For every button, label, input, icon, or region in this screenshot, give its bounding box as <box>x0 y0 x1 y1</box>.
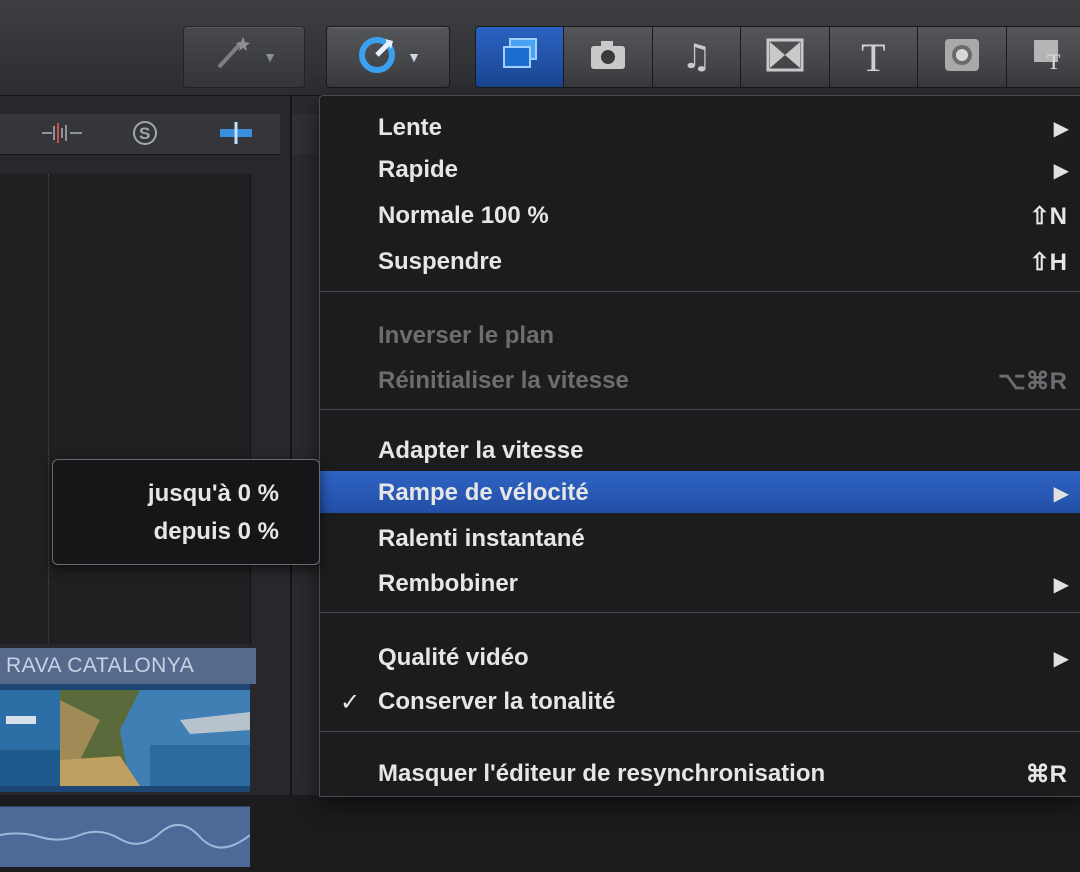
browser-toggle-group: ♫ T T <box>475 26 1080 88</box>
menu-item-label: Inverser le plan <box>378 322 555 349</box>
menu-separator <box>320 291 1080 292</box>
menu-item-adapter[interactable]: Adapter la vitesse <box>320 429 1080 471</box>
magic-wand-icon <box>211 33 255 82</box>
submenu-arrow-icon: ▶ <box>1053 646 1069 670</box>
audio-waveform-icon[interactable] <box>40 120 84 152</box>
clip-title: RAVA CATALONYA <box>0 648 256 684</box>
menu-separator <box>320 612 1080 613</box>
menu-item-rembobiner[interactable]: Rembobiner ▶ <box>320 562 1080 604</box>
menu-item-shortcut: ⌥⌘R <box>998 368 1067 395</box>
submenu-arrow-icon: ▶ <box>1053 158 1069 182</box>
menu-item-shortcut: ⇧H <box>1029 249 1067 276</box>
menu-item-label: Qualité vidéo <box>378 644 529 671</box>
submenu-arrow-icon: ▶ <box>1053 572 1069 596</box>
waveform-graphic <box>0 824 251 849</box>
submenu-arrow-icon: ▶ <box>1053 116 1069 140</box>
audio-tools-bar: S <box>0 114 280 155</box>
retime-icon <box>355 33 399 82</box>
audio-waveform[interactable] <box>0 806 251 867</box>
clip-filmstrip[interactable] <box>0 684 250 792</box>
snapping-icon[interactable] <box>216 120 256 152</box>
menu-item-label: Rapide <box>378 156 459 183</box>
menu-item-label: Masquer l'éditeur de resynchronisation <box>378 760 826 787</box>
tooltip-line-from: depuis 0 % <box>153 518 279 545</box>
menu-separator <box>320 731 1080 732</box>
svg-text:T: T <box>1047 49 1061 73</box>
menu-item-masquer[interactable]: Masquer l'éditeur de resynchronisation ⌘… <box>320 752 1080 794</box>
submenu-arrow-icon: ▶ <box>1053 481 1069 505</box>
menu-item-reinitialiser: Réinitialiser la vitesse ⌥⌘R <box>320 359 1080 401</box>
menu-item-label: Adapter la vitesse <box>378 437 584 464</box>
menu-item-label: Rampe de vélocité <box>378 479 589 506</box>
solo-icon[interactable]: S <box>128 118 162 154</box>
clip-browser-icon <box>500 37 540 78</box>
menu-item-label: Suspendre <box>378 248 503 275</box>
generator-icon <box>943 37 981 78</box>
event-browser-panel: S RAVA CATALONYA <box>0 96 292 867</box>
themes-browser-button[interactable]: T <box>1006 26 1080 88</box>
velocity-tooltip: jusqu'à 0 % depuis 0 % <box>52 459 320 565</box>
title-icon: T <box>861 34 886 80</box>
svg-text:S: S <box>139 124 150 143</box>
chevron-down-icon: ▼ <box>407 49 421 65</box>
menu-item-qualite[interactable]: Qualité vidéo ▶ <box>320 636 1080 678</box>
music-browser-button[interactable]: ♫ <box>652 26 742 88</box>
browser-content <box>0 174 251 644</box>
menu-item-suspendre[interactable]: Suspendre ⇧H <box>320 240 1080 282</box>
theme-icon: T <box>1031 37 1069 78</box>
chevron-down-icon: ▼ <box>263 49 277 65</box>
menu-item-ralenti[interactable]: Ralenti instantané <box>320 517 1080 559</box>
menu-item-rampe[interactable]: Rampe de vélocité ▶ <box>320 471 1080 513</box>
music-note-icon: ♫ <box>681 37 712 77</box>
retime-menu: Lente ▶ Rapide ▶ Normale 100 % ⇧N Suspen… <box>319 95 1080 797</box>
retime-button[interactable]: ▼ <box>326 26 450 88</box>
menu-item-label: Normale 100 % <box>378 202 549 229</box>
menu-item-inverser: Inverser le plan <box>320 314 1080 356</box>
transition-icon <box>766 38 804 77</box>
checkmark-icon: ✓ <box>340 688 361 716</box>
menu-item-label: Lente <box>378 114 443 141</box>
menu-separator <box>320 409 1080 410</box>
menu-item-label: Réinitialiser la vitesse <box>378 367 629 394</box>
generators-browser-button[interactable] <box>918 26 1007 88</box>
clip-thumbnail <box>0 690 60 786</box>
menu-item-lente[interactable]: Lente ▶ <box>320 106 1080 148</box>
menu-item-rapide[interactable]: Rapide ▶ <box>320 148 1080 190</box>
menu-item-label: Rembobiner <box>378 570 519 597</box>
tooltip-line-to: jusqu'à 0 % <box>147 480 279 507</box>
titles-browser-button[interactable]: T <box>829 26 919 88</box>
clip-thumbnail <box>60 690 250 786</box>
camera-icon <box>588 39 628 76</box>
playhead-line <box>48 174 49 644</box>
menu-item-label: Conserver la tonalité <box>378 688 616 715</box>
transitions-browser-button[interactable] <box>741 26 830 88</box>
toolbar: ▼ ▼ ♫ T T <box>0 0 1080 96</box>
menu-item-shortcut: ⌘R <box>1025 761 1067 788</box>
menu-item-shortcut: ⇧N <box>1029 203 1067 230</box>
menu-item-normale[interactable]: Normale 100 % ⇧N <box>320 194 1080 236</box>
photo-browser-button[interactable] <box>564 26 653 88</box>
menu-item-label: Ralenti instantané <box>378 525 585 552</box>
magic-wand-button[interactable]: ▼ <box>183 26 305 88</box>
menu-item-conserver[interactable]: ✓ Conserver la tonalité <box>320 680 1080 722</box>
clip-browser-button[interactable] <box>475 26 565 88</box>
